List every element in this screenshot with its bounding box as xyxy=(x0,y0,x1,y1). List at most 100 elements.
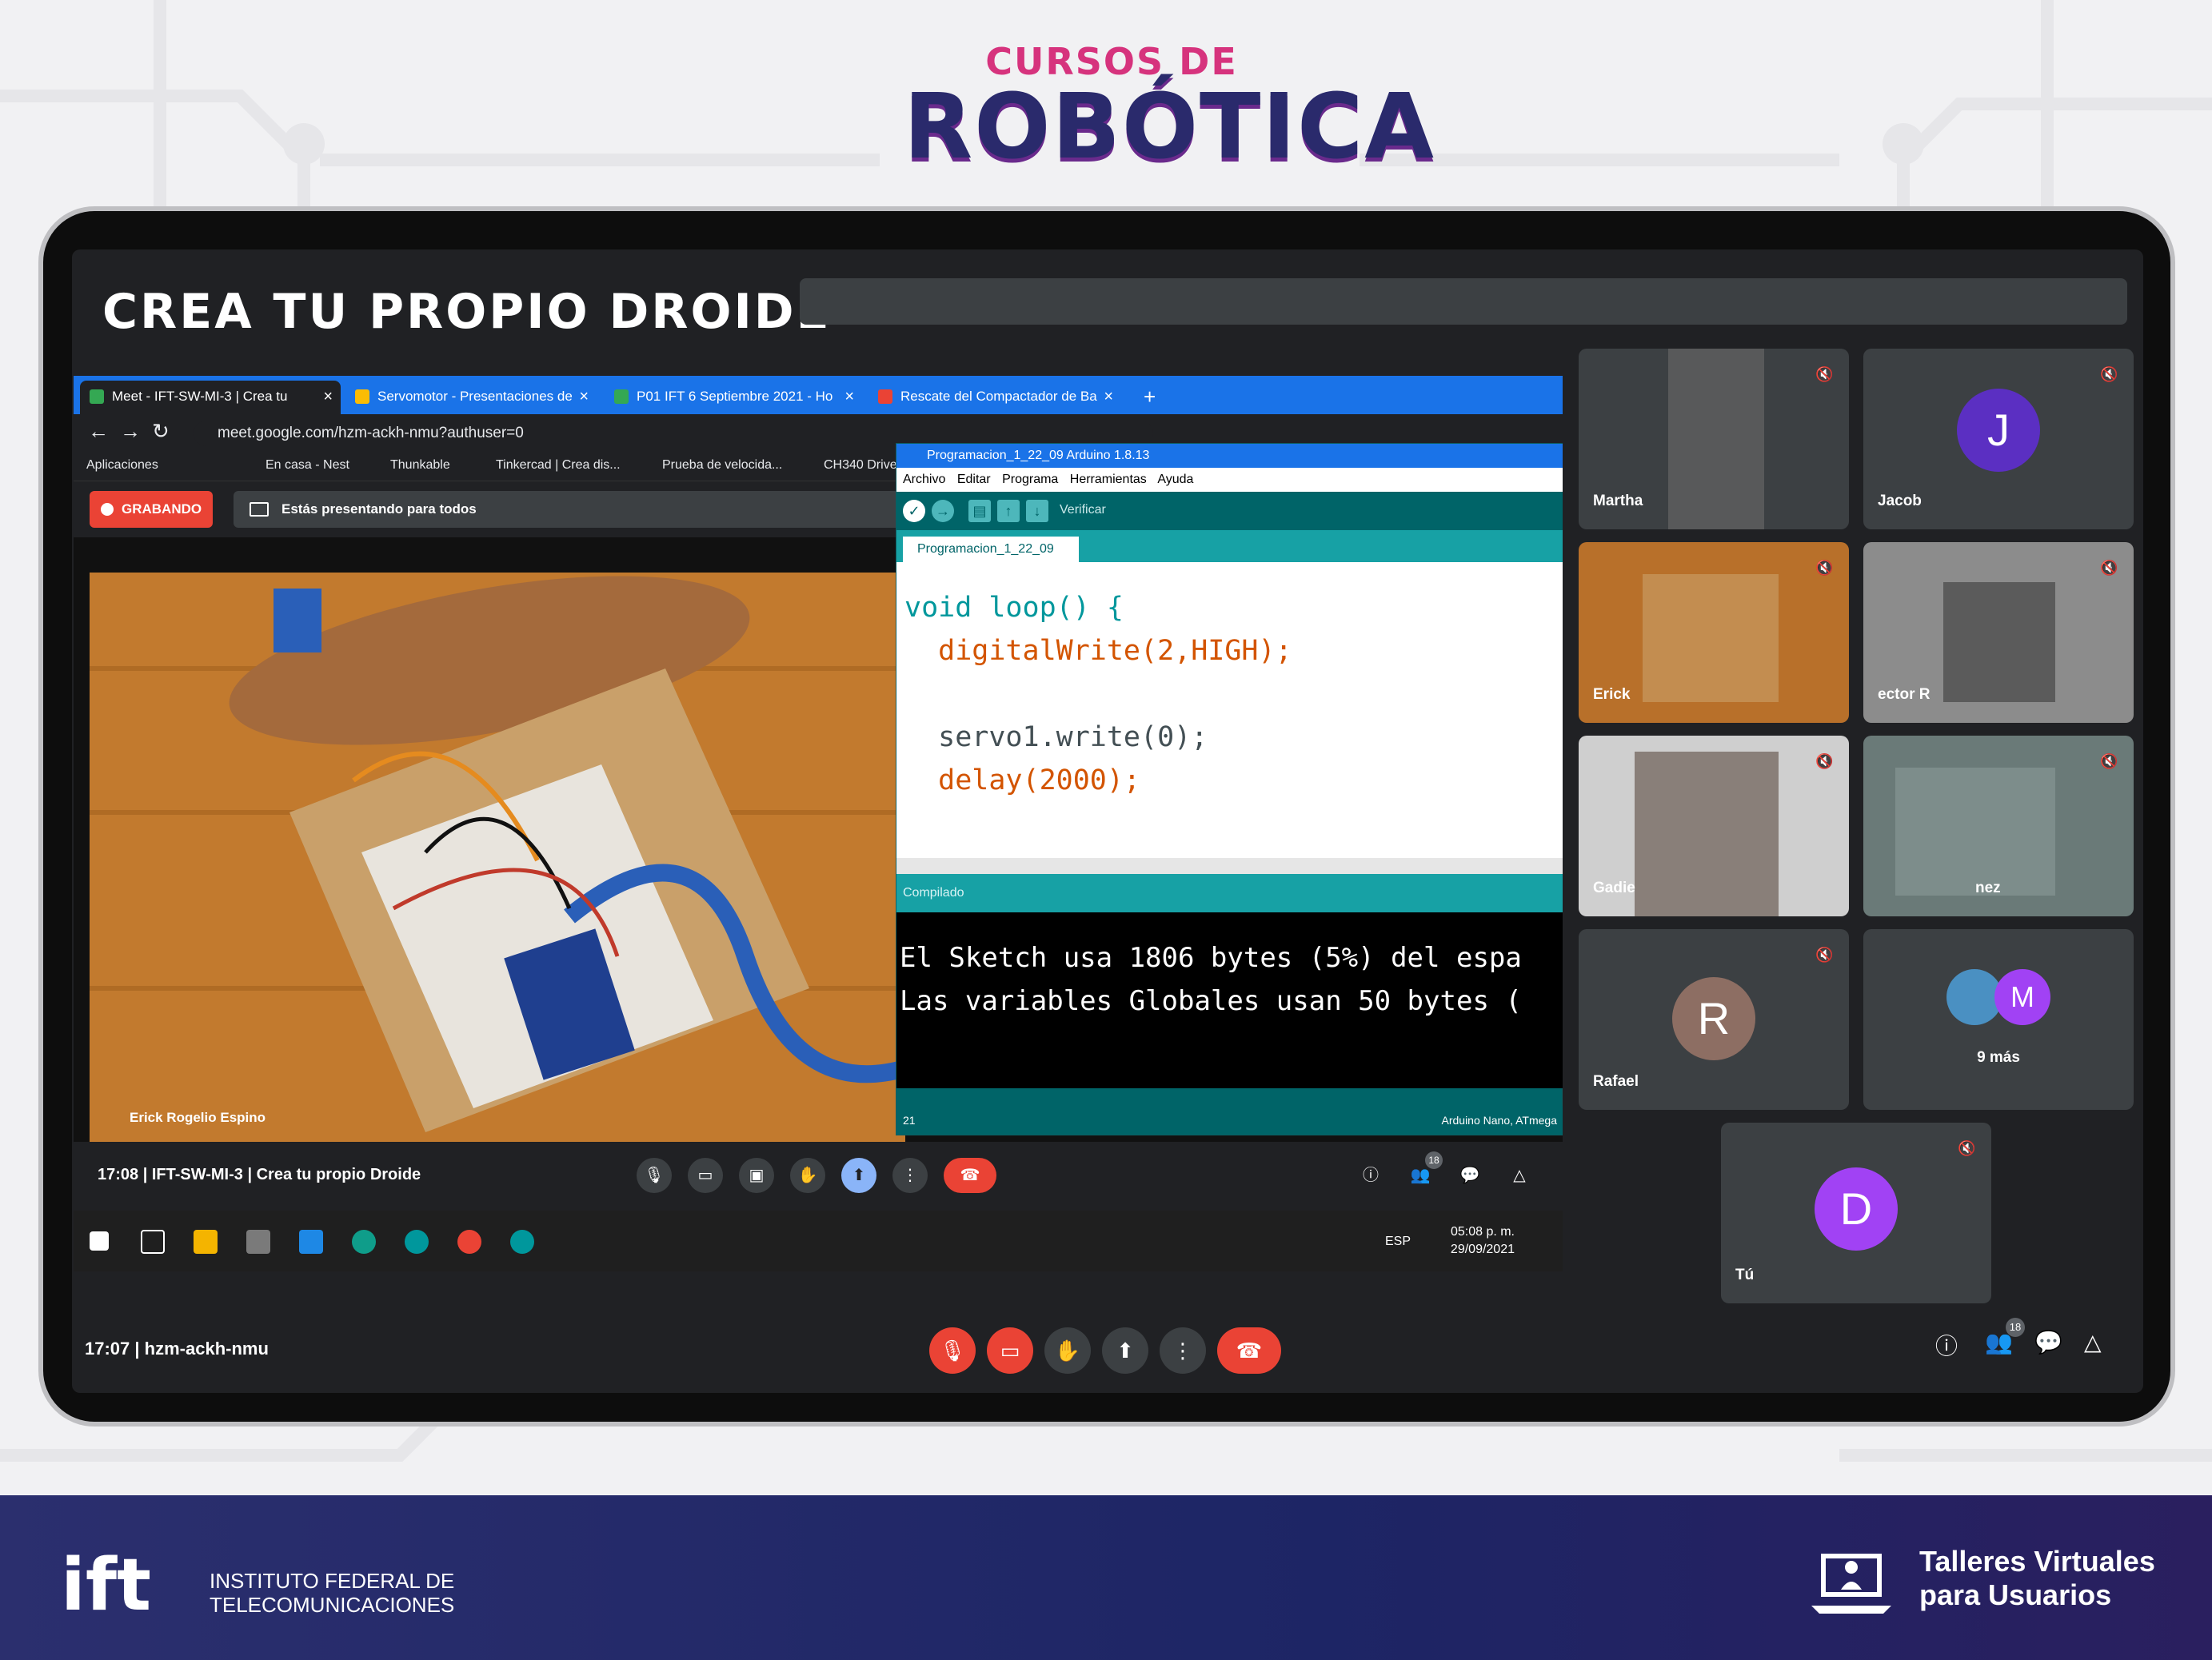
menu-herramientas[interactable]: Herramientas xyxy=(1070,473,1147,486)
file-explorer-icon[interactable] xyxy=(194,1230,218,1254)
bookmark-thunkable[interactable]: Thunkable xyxy=(390,458,450,473)
video-feed xyxy=(1943,582,2055,702)
ift-name: INSTITUTO FEDERAL DE TELECOMUNICACIONES xyxy=(210,1569,454,1617)
more-options-icon[interactable]: ⋮ xyxy=(892,1158,928,1193)
inner-time: 17:08 xyxy=(98,1166,139,1183)
windows-start-icon[interactable] xyxy=(90,1231,109,1251)
info-icon[interactable]: ⓘ xyxy=(1935,1329,1958,1361)
participant-name: Erick xyxy=(1593,686,1631,703)
meeting-info: 17:07 | hzm-ackh-nmu xyxy=(85,1339,269,1359)
close-icon[interactable]: × xyxy=(844,381,854,413)
participant-tile-jacob[interactable]: J 🔇 Jacob xyxy=(1863,349,2134,529)
end-call-icon[interactable]: ☎ xyxy=(1217,1327,1281,1374)
back-icon[interactable]: ← xyxy=(88,419,109,444)
upload-icon[interactable]: → xyxy=(932,500,954,522)
inner-meet-controls: 17:08 | IFT-SW-MI-3 | Crea tu propio Dro… xyxy=(74,1142,1563,1211)
captions-icon[interactable]: ▣ xyxy=(739,1158,774,1193)
present-icon[interactable]: ⬆ xyxy=(1102,1327,1148,1374)
language-indicator[interactable]: ESP xyxy=(1385,1233,1411,1251)
info-icon[interactable]: ⓘ xyxy=(1353,1158,1388,1193)
new-icon[interactable]: ▤ xyxy=(968,500,991,522)
new-tab-button[interactable]: + xyxy=(1137,381,1169,414)
browser-tabstrip: Meet - IFT-SW-MI-3 | Crea tu × Servomoto… xyxy=(74,376,1563,414)
tab-meet[interactable]: Meet - IFT-SW-MI-3 | Crea tu × xyxy=(80,381,341,414)
slides-icon xyxy=(355,389,369,404)
participant-name: Gadie xyxy=(1593,880,1635,896)
arduino-active-icon[interactable] xyxy=(510,1230,534,1254)
muted-mic-icon: 🔇 xyxy=(1815,560,1834,576)
edge-icon[interactable] xyxy=(352,1230,376,1254)
meet-icon xyxy=(90,389,104,404)
menu-programa[interactable]: Programa xyxy=(1002,473,1058,486)
verify-icon[interactable]: ✓ xyxy=(903,500,925,522)
close-icon[interactable]: × xyxy=(1104,381,1113,413)
reload-icon[interactable]: ↻ xyxy=(152,419,170,444)
arduino-taskbar-icon[interactable] xyxy=(405,1230,429,1254)
participant-tile-rafael[interactable]: R 🔇 Rafael xyxy=(1579,929,1849,1110)
participant-tile-self[interactable]: D 🔇 Tú xyxy=(1721,1123,1991,1303)
participant-count-badge: 18 xyxy=(1425,1151,1443,1169)
activities-icon[interactable]: △ xyxy=(1502,1158,1537,1193)
recording-badge[interactable]: GRABANDO xyxy=(90,491,214,528)
video-feed xyxy=(1635,752,1779,916)
forward-icon[interactable]: → xyxy=(120,419,141,444)
arduino-title-bar: Programacion_1_22_09 Arduino 1.8.13 xyxy=(896,444,1563,468)
video-feed xyxy=(1895,768,2055,896)
participant-tile-hector[interactable]: 🔇 ector R xyxy=(1863,542,2134,723)
bookmark-ch340[interactable]: CH340 Drive xyxy=(824,458,897,473)
avatar: M xyxy=(1994,969,2050,1025)
mic-icon[interactable]: 🎙 xyxy=(637,1158,672,1193)
windows-taskbar: ESP 05:08 p. m. 29/09/2021 xyxy=(74,1211,1563,1271)
bookmark-tinkercad[interactable]: Tinkercad | Crea dis... xyxy=(496,458,621,473)
more-options-icon[interactable]: ⋮ xyxy=(1160,1327,1206,1374)
bookmark-nest[interactable]: En casa - Nest xyxy=(266,458,349,473)
editor-scrollbar[interactable] xyxy=(896,858,1563,874)
calculator-icon[interactable] xyxy=(246,1230,270,1254)
tab-sheet[interactable]: P01 IFT 6 Septiembre 2021 - Ho × xyxy=(605,381,862,414)
chat-icon[interactable]: 💬 xyxy=(2034,1329,2062,1355)
arduino-toolbar: ✓ → ▤ ↑ ↓ Verificar xyxy=(896,492,1563,530)
task-view-icon[interactable] xyxy=(141,1230,165,1254)
arduino-menu: Archivo Editar Programa Herramientas Ayu… xyxy=(896,468,1563,492)
present-icon xyxy=(250,502,269,517)
participant-name: Martha xyxy=(1593,493,1643,509)
activities-icon[interactable]: △ xyxy=(2084,1329,2102,1355)
close-icon[interactable]: × xyxy=(579,381,589,413)
camera-icon[interactable]: ▭ xyxy=(688,1158,723,1193)
tab-slides[interactable]: Servomotor - Presentaciones de × xyxy=(345,381,597,414)
chat-icon[interactable]: 💬 xyxy=(1452,1158,1487,1193)
bookmark-apps[interactable]: Aplicaciones xyxy=(86,458,158,473)
close-icon[interactable]: × xyxy=(323,381,333,413)
dropbox-icon[interactable] xyxy=(299,1230,323,1254)
raise-hand-icon[interactable]: ✋ xyxy=(790,1158,825,1193)
mic-off-icon[interactable]: 🎙 xyxy=(929,1327,976,1374)
participant-name: nez xyxy=(1975,880,2001,896)
camera-off-icon[interactable]: ▭ xyxy=(987,1327,1033,1374)
more-count: 9 más xyxy=(1977,1049,2020,1066)
present-screen-icon[interactable]: ⬆ xyxy=(841,1158,876,1193)
bookmark-speedtest[interactable]: Prueba de velocida... xyxy=(662,458,782,473)
save-icon[interactable]: ↓ xyxy=(1026,500,1048,522)
code-line: delay(2000); xyxy=(904,764,1141,796)
participant-tile-gadiel[interactable]: 🔇 Gadie xyxy=(1579,736,1849,916)
chrome-icon[interactable] xyxy=(457,1230,481,1254)
participant-tile-martha[interactable]: 🔇 Martha xyxy=(1579,349,1849,529)
code-editor[interactable]: void loop() { digitalWrite(2,HIGH); serv… xyxy=(896,562,1563,858)
participant-tile-erick[interactable]: 🔇 Erick xyxy=(1579,542,1849,723)
participant-tile-nez[interactable]: 🔇 nez xyxy=(1863,736,2134,916)
participant-count-badge: 18 xyxy=(2006,1318,2025,1337)
tv-line2: para Usuarios xyxy=(1919,1578,2112,1611)
end-call-icon[interactable]: ☎ xyxy=(944,1158,996,1193)
clock-time: 05:08 p. m. xyxy=(1450,1225,1515,1239)
open-icon[interactable]: ↑ xyxy=(997,500,1020,522)
muted-mic-icon: 🔇 xyxy=(2100,366,2118,382)
sketch-tab[interactable]: Programacion_1_22_09 xyxy=(903,537,1079,562)
system-tray: ESP 05:08 p. m. 29/09/2021 xyxy=(1385,1223,1515,1259)
more-participants-tile[interactable]: M 9 más xyxy=(1863,929,2134,1110)
raise-hand-icon[interactable]: ✋ xyxy=(1044,1327,1091,1374)
menu-ayuda[interactable]: Ayuda xyxy=(1157,473,1193,486)
tab-youtube[interactable]: Rescate del Compactador de Ba × xyxy=(868,381,1121,414)
menu-archivo[interactable]: Archivo xyxy=(903,473,945,486)
participant-name: ector R xyxy=(1878,686,1931,703)
menu-editar[interactable]: Editar xyxy=(957,473,991,486)
